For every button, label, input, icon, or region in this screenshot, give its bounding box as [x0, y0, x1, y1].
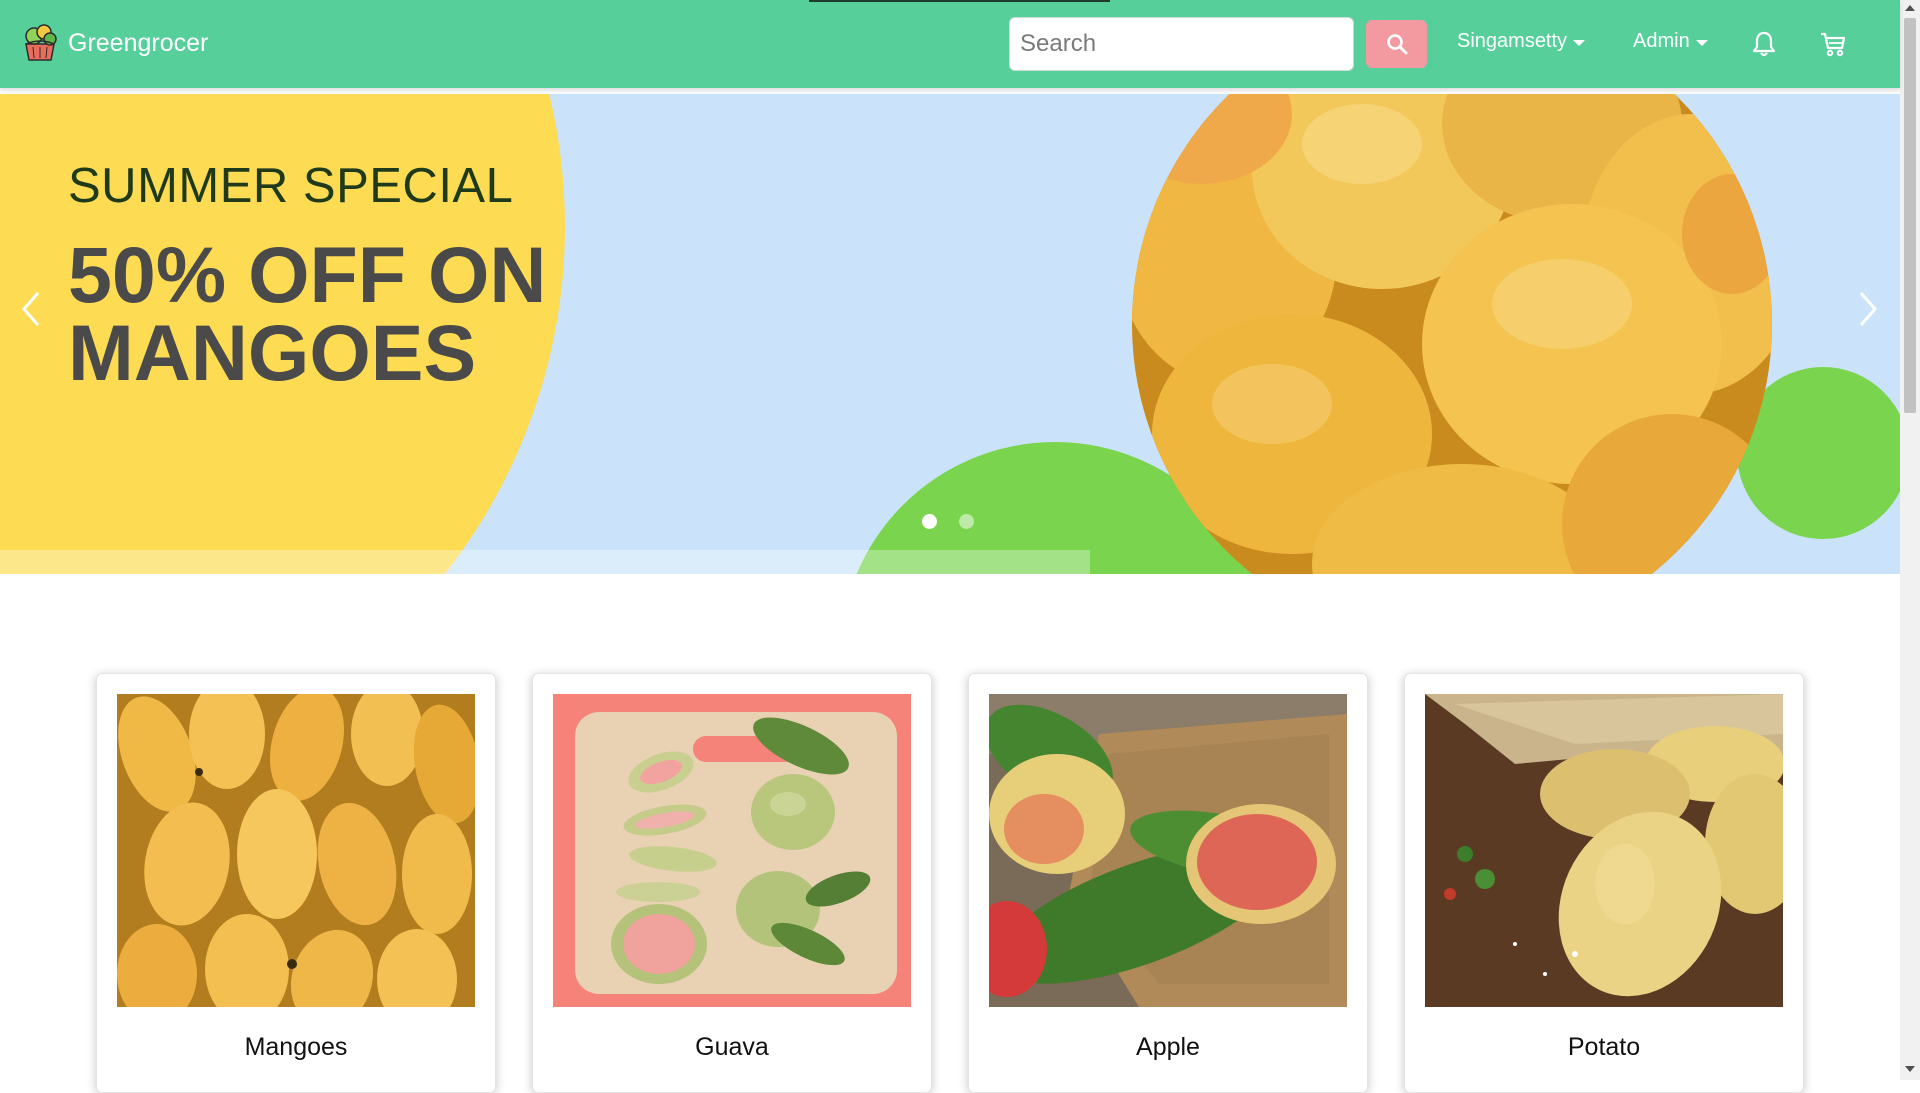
carousel-prev-button[interactable]: [14, 284, 48, 334]
search-icon: [1386, 34, 1407, 55]
cart-icon: [1821, 32, 1846, 57]
user-menu-dropdown[interactable]: Singamsetty: [1457, 30, 1586, 53]
carousel-next-button[interactable]: [1851, 284, 1885, 334]
admin-menu-dropdown[interactable]: Admin: [1633, 30, 1708, 53]
carousel-indicator-2[interactable]: [959, 514, 974, 529]
cart-button[interactable]: [1817, 28, 1849, 60]
mango-banner-image: [1132, 94, 1772, 574]
page-scrollbar[interactable]: [1900, 0, 1920, 1080]
admin-menu-label: Admin: [1633, 30, 1690, 52]
chevron-down-icon: [1695, 39, 1708, 46]
scroll-down-arrow-icon[interactable]: [1905, 1066, 1915, 1072]
brand-name: Greengrocer: [68, 28, 209, 57]
potato-image: [1425, 694, 1783, 1007]
promo-kicker: SUMMER SPECIAL: [68, 159, 514, 213]
banner-bottom-strip: [0, 550, 1090, 574]
user-menu-label: Singamsetty: [1457, 30, 1568, 52]
product-card-apple[interactable]: Apple: [968, 673, 1368, 1093]
carousel-indicators: [922, 514, 974, 529]
bell-icon: [1752, 31, 1776, 57]
chevron-down-icon: [1573, 39, 1586, 46]
apple-image: [989, 694, 1347, 1007]
search-button[interactable]: [1366, 20, 1427, 68]
carousel-indicator-1[interactable]: [922, 514, 937, 529]
mangoes-image: [117, 694, 475, 1007]
product-card-guava[interactable]: Guava: [532, 673, 932, 1093]
navbar: Greengrocer Singamsetty Admin: [0, 0, 1900, 88]
chevron-left-icon: [22, 292, 40, 326]
logo-icon: [25, 24, 57, 61]
product-name: Mangoes: [244, 1033, 348, 1061]
chevron-right-icon: [1859, 292, 1877, 326]
scroll-thumb[interactable]: [1904, 18, 1916, 413]
product-name: Potato: [1567, 1033, 1641, 1061]
product-name: Guava: [695, 1033, 769, 1061]
loading-bar: [809, 0, 1110, 2]
notifications-button[interactable]: [1748, 28, 1780, 60]
product-name: Apple: [1136, 1033, 1200, 1061]
brand-link[interactable]: Greengrocer: [20, 22, 208, 64]
promo-carousel: SUMMER SPECIAL 50% OFF ON MANGOES: [0, 94, 1900, 574]
product-card-potato[interactable]: Potato: [1404, 673, 1804, 1093]
product-card-mangoes[interactable]: Mangoes: [96, 673, 496, 1093]
scroll-up-arrow-icon[interactable]: [1905, 5, 1915, 11]
guava-image: [553, 694, 911, 1007]
promo-headline: 50% OFF ON MANGOES: [68, 230, 547, 397]
search-input[interactable]: [1009, 17, 1354, 71]
